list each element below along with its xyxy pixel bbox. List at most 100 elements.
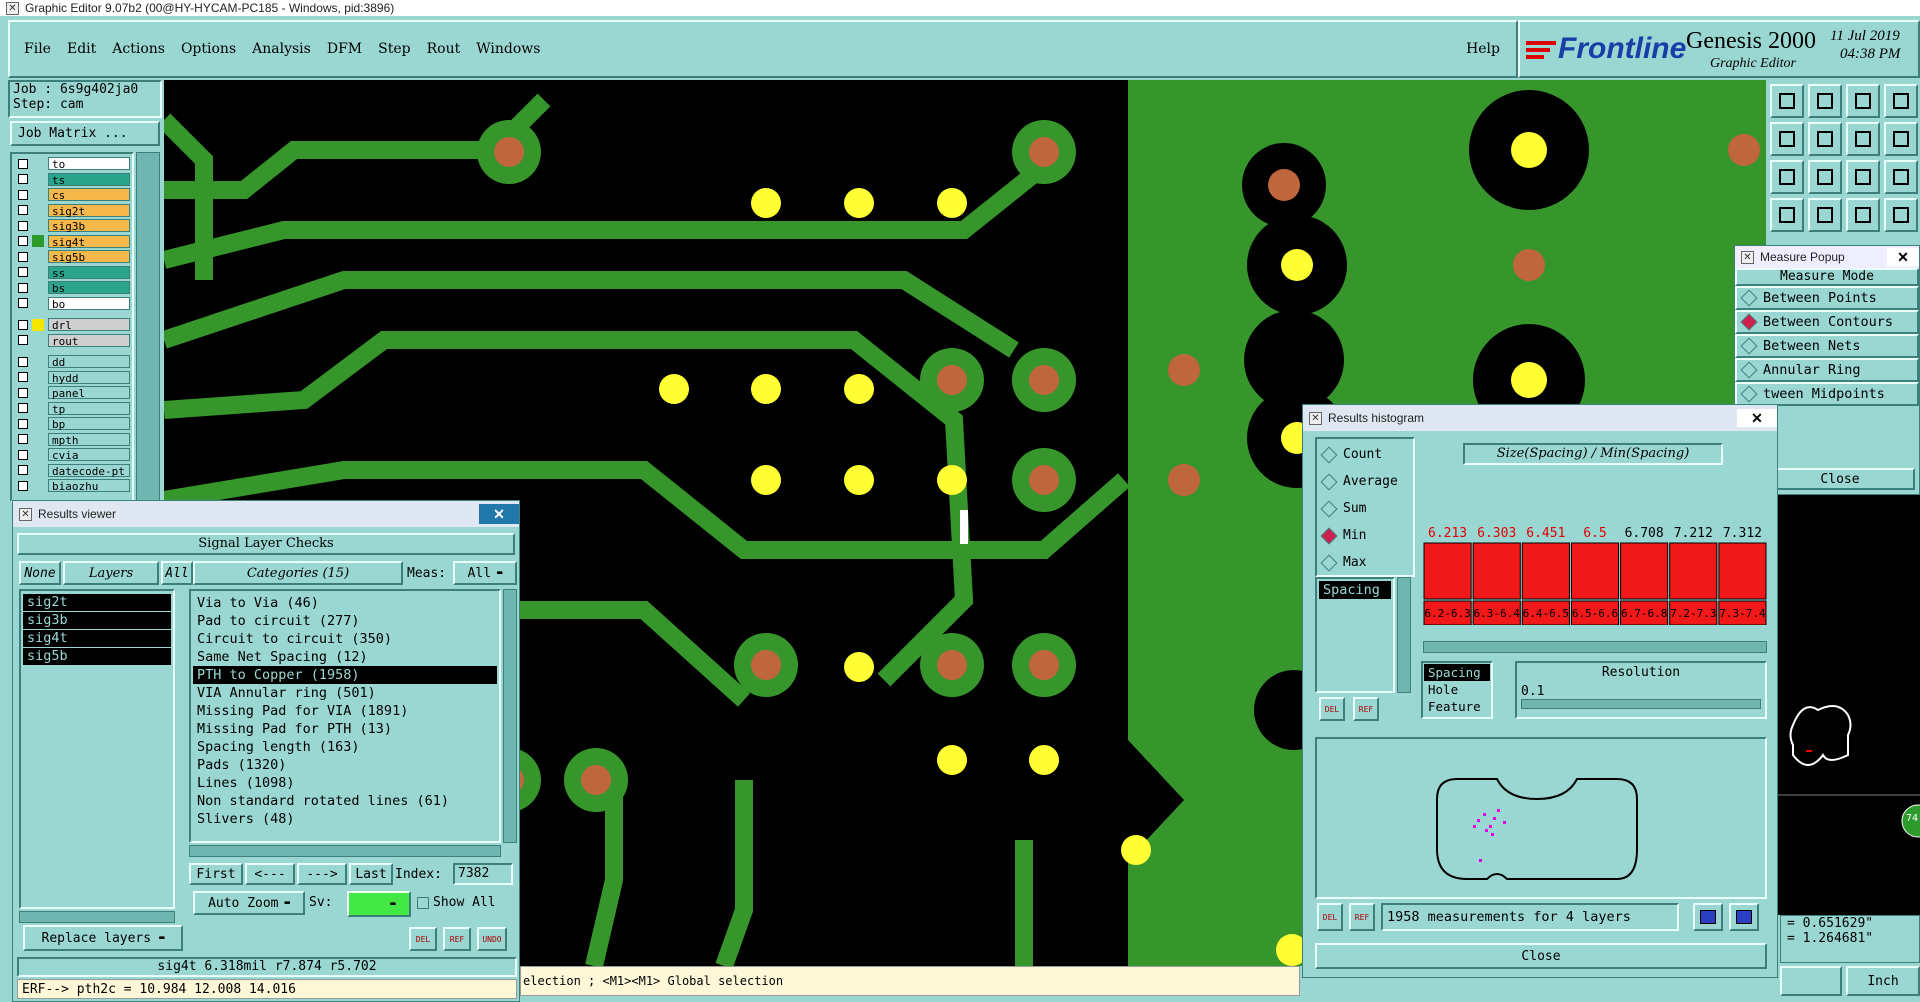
layer-checkbox[interactable]: [18, 282, 28, 293]
measure-mode-option[interactable]: Between Nets: [1735, 334, 1919, 358]
layer-row[interactable]: bp: [12, 416, 132, 432]
layer-row[interactable]: cvia: [12, 447, 132, 463]
toolbar-icon[interactable]: [1770, 84, 1804, 118]
layer-row[interactable]: tp: [12, 401, 132, 417]
undo-button[interactable]: UNDO: [477, 927, 507, 951]
histogram-bar[interactable]: [1570, 542, 1620, 600]
prev-button[interactable]: <---: [245, 863, 295, 885]
toolbar-icon[interactable]: [1884, 84, 1918, 118]
hist-ref-button[interactable]: REF: [1353, 697, 1379, 721]
layer-hscrollbar[interactable]: [19, 911, 175, 923]
layer-row[interactable]: sig5b: [12, 249, 132, 265]
histogram-mode-option[interactable]: Min: [1317, 522, 1413, 549]
all-button[interactable]: All: [161, 561, 193, 585]
command-line[interactable]: election ; <M1><M1> Global selection: [520, 966, 1300, 996]
menu-rout[interactable]: Rout: [419, 41, 469, 57]
layer-checkbox[interactable]: [18, 158, 28, 169]
layer-checkbox[interactable]: [18, 356, 28, 367]
histogram-mode-option[interactable]: Average: [1317, 468, 1413, 495]
resolution-slider[interactable]: [1521, 699, 1761, 709]
layer-checkbox[interactable]: [18, 434, 28, 445]
replace-layers-dropdown[interactable]: Replace layers ▬: [23, 925, 183, 951]
layer-checkbox[interactable]: [18, 251, 28, 262]
layer-checkbox[interactable]: [18, 205, 28, 216]
toolbar-icon[interactable]: [1808, 84, 1842, 118]
histogram-bar[interactable]: [1472, 542, 1521, 600]
layer-row[interactable]: panel: [12, 385, 132, 401]
layers-button[interactable]: Layers: [63, 561, 159, 585]
layer-row[interactable]: dd: [12, 354, 132, 370]
menu-dfm[interactable]: DFM: [319, 41, 370, 57]
layer-row[interactable]: rout: [12, 333, 132, 349]
category-item[interactable]: VIA Annular ring (501): [193, 684, 497, 702]
histogram-mode-option[interactable]: Max: [1317, 549, 1413, 576]
spacing-option[interactable]: Spacing: [1424, 664, 1490, 681]
toolbar-icon[interactable]: [1884, 122, 1918, 156]
category-list[interactable]: Via to Via (46) Pad to circuit (277) Circu…: [189, 589, 501, 843]
size-list-item[interactable]: Spacing: [1319, 581, 1391, 599]
results-layer-list[interactable]: sig2t sig3b sig4t sig5b: [19, 589, 175, 909]
layer-checkbox[interactable]: [18, 220, 28, 231]
next-button[interactable]: --->: [297, 863, 347, 885]
menu-edit[interactable]: Edit: [59, 41, 104, 57]
category-item[interactable]: Via to Via (46): [193, 594, 497, 612]
last-button[interactable]: Last: [349, 863, 393, 885]
layer-row[interactable]: datecode-pt: [12, 463, 132, 479]
histogram-mode-option[interactable]: Sum: [1317, 495, 1413, 522]
histogram-bar[interactable]: [1718, 542, 1767, 600]
layer-row[interactable]: sig4t: [12, 234, 132, 250]
toolbar-icon[interactable]: [1884, 198, 1918, 232]
menu-file[interactable]: File: [16, 41, 59, 57]
menu-windows[interactable]: Windows: [468, 41, 548, 57]
size-list[interactable]: Spacing: [1315, 577, 1395, 693]
job-matrix-button[interactable]: Job Matrix ...: [10, 121, 160, 146]
menu-help[interactable]: Help: [1458, 41, 1508, 57]
layer-row[interactable]: cs: [12, 187, 132, 203]
category-item[interactable]: Same Net Spacing (12): [193, 648, 497, 666]
category-item[interactable]: Missing Pad for PTH (13): [193, 720, 497, 738]
layer-row[interactable]: to: [12, 156, 132, 172]
toolbar-icon[interactable]: [1846, 198, 1880, 232]
toolbar-icon[interactable]: [1846, 122, 1880, 156]
meas-dropdown[interactable]: All ▬: [453, 561, 517, 585]
layer-row[interactable]: hydd: [12, 370, 132, 386]
histogram-close-icon[interactable]: ✕: [1737, 409, 1777, 427]
toolbar-icon[interactable]: [1770, 198, 1804, 232]
layer-checkbox[interactable]: [18, 418, 28, 429]
layer-checkbox[interactable]: [18, 372, 28, 383]
category-item[interactable]: Missing Pad for VIA (1891): [193, 702, 497, 720]
layer-row[interactable]: sig3b: [12, 218, 132, 234]
layer-row[interactable]: bo: [12, 296, 132, 312]
category-item[interactable]: Lines (1098): [193, 774, 497, 792]
units-toggle[interactable]: [1780, 966, 1842, 996]
layer-checkbox[interactable]: [18, 319, 28, 330]
menu-step[interactable]: Step: [370, 41, 418, 57]
auto-zoom-dropdown[interactable]: Auto Zoom ▬: [193, 891, 305, 915]
spacing-option[interactable]: Feature: [1424, 698, 1490, 715]
menu-analysis[interactable]: Analysis: [244, 41, 319, 57]
histogram-bar[interactable]: [1423, 542, 1472, 600]
histogram-bar[interactable]: [1620, 542, 1669, 600]
category-item[interactable]: Slivers (48): [193, 810, 497, 828]
result-layer-item[interactable]: sig5b: [23, 648, 171, 665]
hist-ref-button-2[interactable]: REF: [1349, 903, 1375, 931]
toolbar-icon[interactable]: [1808, 198, 1842, 232]
del-button[interactable]: DEL: [409, 927, 437, 951]
units-button[interactable]: Inch: [1846, 966, 1920, 996]
layer-checkbox[interactable]: [18, 174, 28, 185]
category-scrollbar[interactable]: [503, 589, 517, 843]
hist-del-button[interactable]: DEL: [1319, 697, 1345, 721]
import-icon[interactable]: [1729, 903, 1759, 931]
layer-checkbox[interactable]: [18, 236, 28, 247]
measure-mode-option[interactable]: Between Contours: [1735, 310, 1919, 334]
layer-checkbox[interactable]: [18, 189, 28, 200]
layer-row[interactable]: ss: [12, 265, 132, 281]
export-icon[interactable]: [1693, 903, 1723, 931]
hist-del-button-2[interactable]: DEL: [1317, 903, 1343, 931]
layer-row[interactable]: drl: [12, 317, 132, 333]
histogram-hscrollbar[interactable]: [1423, 641, 1767, 653]
histogram-bar[interactable]: [1669, 542, 1718, 600]
layer-row[interactable]: biaozhu: [12, 478, 132, 494]
category-hscrollbar[interactable]: [189, 845, 501, 857]
index-input[interactable]: 7382: [453, 863, 513, 885]
